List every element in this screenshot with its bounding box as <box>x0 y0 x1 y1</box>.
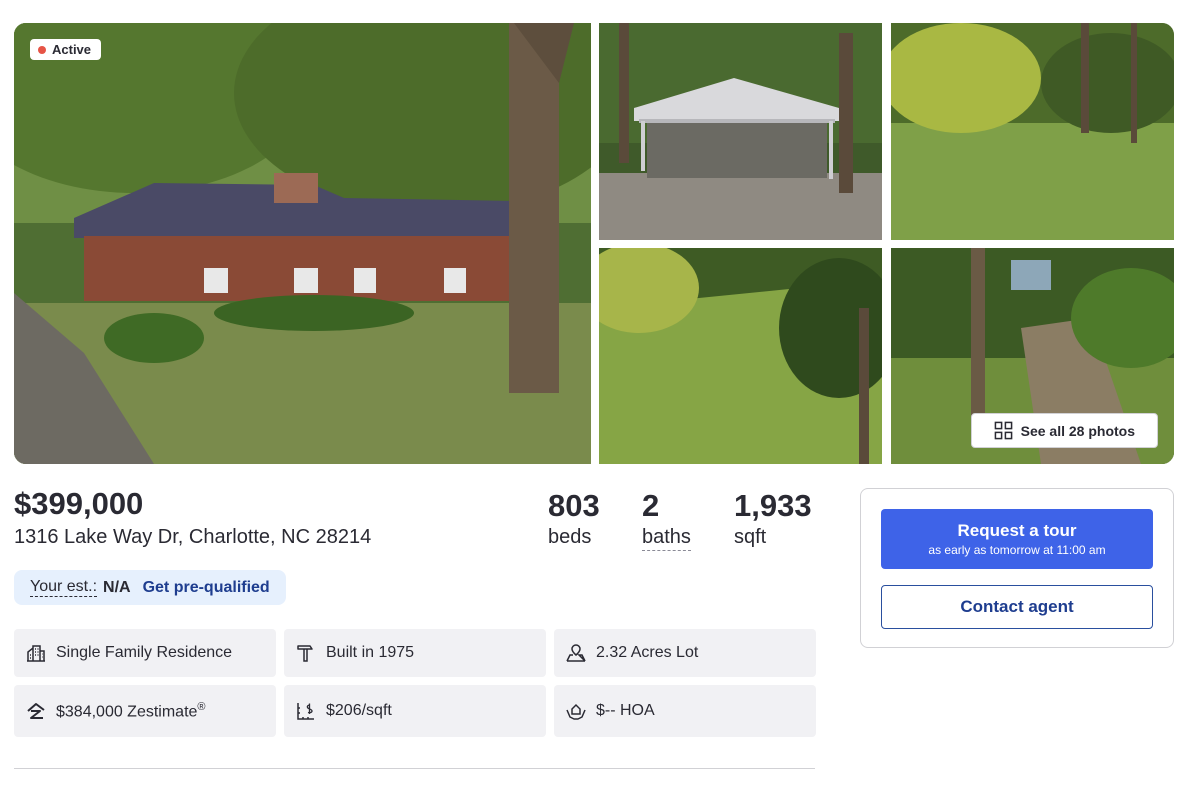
estimate-label[interactable]: Your est.: <box>30 578 98 597</box>
estimate-value: N/A <box>103 578 131 596</box>
fact-hoa-text: $-- HOA <box>596 702 655 719</box>
fact-price-per-sqft-text: $206/sqft <box>326 702 392 719</box>
status-label: Active <box>52 42 92 57</box>
backyard-photo-3[interactable]: See all 28 photos <box>891 248 1174 464</box>
get-prequalified-link[interactable]: Get pre-qualified <box>143 579 270 597</box>
fact-lot-size: 2.32 Acres Lot <box>554 629 816 677</box>
request-tour-label: Request a tour <box>957 521 1077 540</box>
request-tour-button[interactable]: Request a tour as early as tomorrow at 1… <box>881 509 1153 569</box>
beds-value: 803 <box>548 488 600 523</box>
baths-value: 2 <box>642 488 660 523</box>
status-badge: Active <box>30 39 102 60</box>
hammer-icon <box>297 645 313 662</box>
backyard-photo-2[interactable] <box>599 248 882 464</box>
baths-label[interactable]: baths <box>642 524 691 551</box>
see-all-photos-label: See all 28 photos <box>1020 422 1135 439</box>
grid-icon <box>994 421 1012 440</box>
backyard-photo-1[interactable] <box>891 23 1174 240</box>
fact-year-built: Built in 1975 <box>284 629 546 677</box>
building-icon <box>27 645 45 662</box>
main-photo[interactable]: Active <box>14 23 591 464</box>
see-all-photos-button[interactable]: See all 28 photos <box>970 413 1158 448</box>
photo-gallery: Active See all 28 photos <box>14 23 1174 464</box>
listing-address: 1316 Lake Way Dr, Charlotte, NC 28214 <box>14 526 372 548</box>
sqft-stat: 1,933 sqft <box>734 488 812 550</box>
hoa-icon <box>566 703 586 720</box>
section-divider <box>14 768 815 769</box>
estimate-banner: Your est.: N/A Get pre-qualified <box>14 570 286 605</box>
sqft-value: 1,933 <box>734 488 812 523</box>
fact-zestimate[interactable]: $384,000 Zestimate® <box>14 685 276 737</box>
fact-zestimate-text: $384,000 Zestimate® <box>56 700 206 721</box>
contact-agent-button[interactable]: Contact agent <box>881 585 1153 629</box>
beds-stat: 803 beds <box>548 488 600 550</box>
request-tour-subtext: as early as tomorrow at 11:00 am <box>928 543 1106 557</box>
registered-mark: ® <box>197 700 206 713</box>
lot-icon <box>566 644 586 662</box>
fact-hoa: $-- HOA <box>554 685 816 737</box>
carport-photo[interactable] <box>599 23 882 240</box>
beds-label: beds <box>548 526 592 548</box>
fact-lot-size-text: 2.32 Acres Lot <box>596 644 699 661</box>
contact-panel: Request a tour as early as tomorrow at 1… <box>860 488 1174 648</box>
listing-price: $399,000 <box>14 486 144 521</box>
fact-price-per-sqft: $206/sqft <box>284 685 546 737</box>
zestimate-icon <box>27 703 45 719</box>
fact-home-type: Single Family Residence <box>14 629 276 677</box>
price-per-sqft-icon <box>297 703 314 720</box>
status-dot-icon <box>38 45 46 54</box>
fact-year-built-text: Built in 1975 <box>326 644 415 661</box>
baths-stat[interactable]: 2 baths <box>642 488 691 551</box>
sqft-label: sqft <box>734 526 767 548</box>
fact-home-type-text: Single Family Residence <box>56 644 233 661</box>
